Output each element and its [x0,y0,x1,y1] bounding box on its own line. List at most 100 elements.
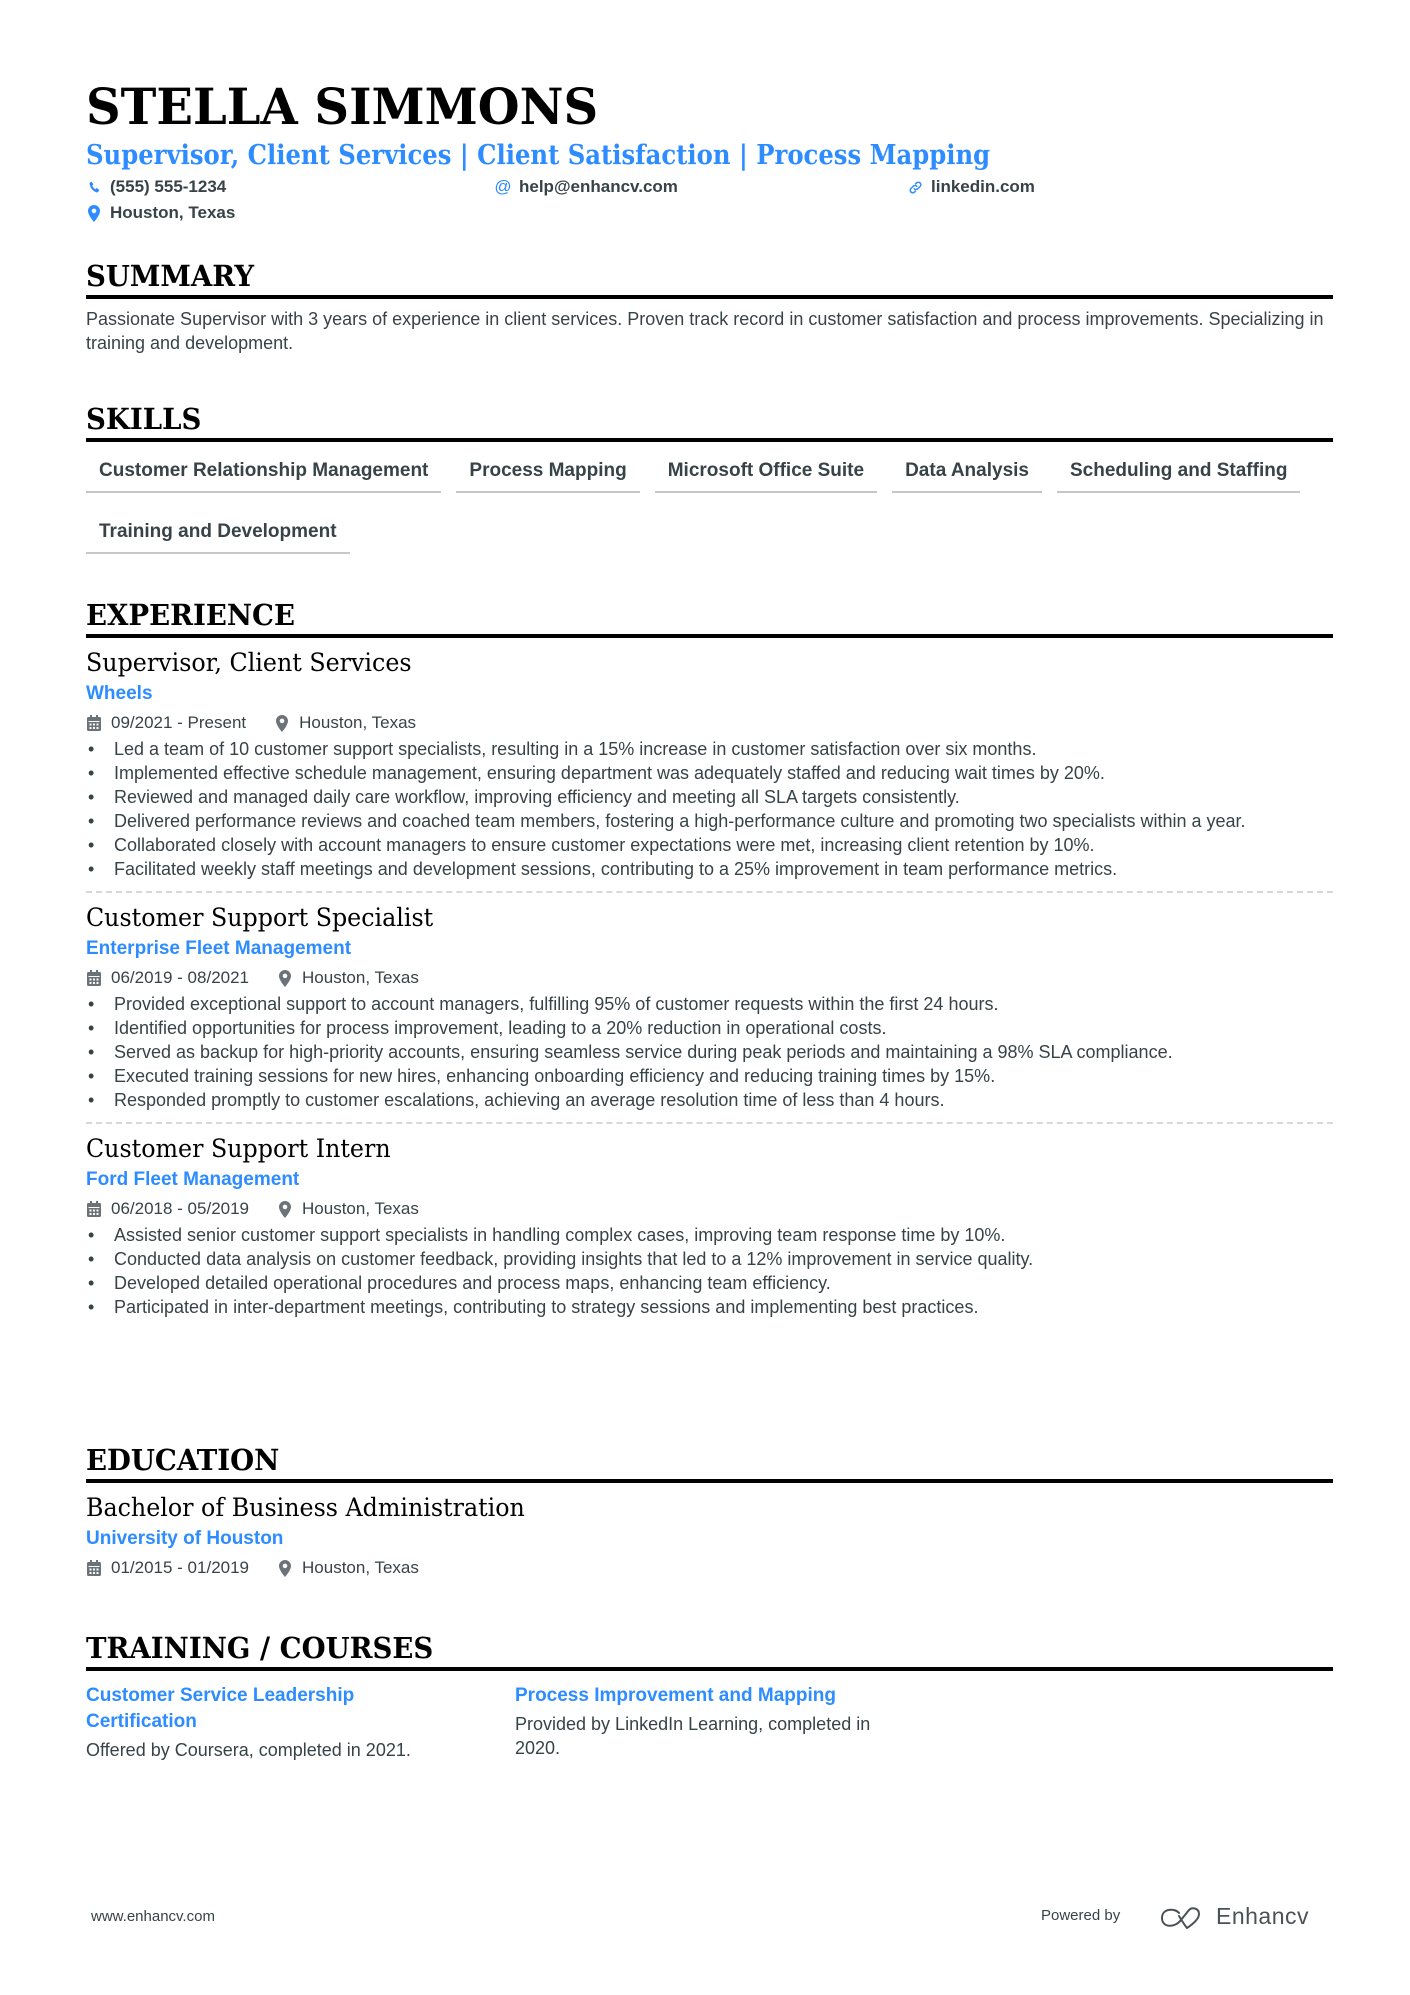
job-company[interactable]: Wheels [86,680,1333,708]
summary-section: SUMMARY Passionate Supervisor with 3 yea… [86,258,1333,355]
education-section: EDUCATION Bachelor of Business Administr… [86,1442,1333,1581]
job-location: Houston, Texas [302,1199,419,1218]
education-location: Houston, Texas [302,1558,419,1577]
calendar-icon [86,1200,102,1218]
section-title: EXPERIENCE [86,598,295,632]
bullet-item: Responded promptly to customer escalatio… [86,1088,1333,1112]
education-dates: 01/2015 - 01/2019 [111,1558,250,1577]
at-icon: @ [494,177,512,196]
job-title: Customer Support Specialist [86,903,434,932]
school-name[interactable]: University of Houston [86,1525,1333,1553]
skills-section: SKILLS Customer Relationship Management … [86,401,1333,576]
powered-by-label: Powered by [1041,1907,1121,1924]
contact-email[interactable]: @ help@enhancv.com [494,174,678,200]
skill-tag: Data Analysis [892,454,1042,493]
email-text: help@enhancv.com [519,177,678,196]
phone-icon [86,178,102,196]
job-bullets: Assisted senior customer support special… [86,1223,1333,1319]
skills-list: Customer Relationship Management Process… [86,454,1333,576]
course-item: Process Improvement and Mapping Provided… [515,1683,944,1762]
calendar-icon [86,969,102,987]
course-item: Customer Service Leadership Certificatio… [86,1683,515,1762]
bullet-item: Reviewed and managed daily care workflow… [86,785,1333,809]
calendar-icon [86,1559,102,1577]
section-title: SUMMARY [86,259,255,293]
experience-section: EXPERIENCE Supervisor, Client Services W… [86,597,1333,1319]
job-bullets: Provided exceptional support to account … [86,992,1333,1112]
course-description: Offered by Coursera, completed in 2021. [86,1740,411,1760]
job-meta: 06/2018 - 05/2019 Houston, Texas [86,1196,1333,1222]
bullet-item: Provided exceptional support to account … [86,992,1333,1016]
section-divider [86,438,1333,442]
job-meta: 09/2021 - Present Houston, Texas [86,710,1333,736]
enhancv-logo-icon [1159,1906,1205,1930]
bullet-item: Conducted data analysis on customer feed… [86,1247,1333,1271]
degree-title: Bachelor of Business Administration [86,1493,525,1522]
section-divider [86,1479,1333,1483]
job-entry: Supervisor, Client Services Wheels 09/20… [86,646,1333,893]
section-title: SKILLS [86,402,202,436]
job-dates: 06/2018 - 05/2019 [111,1199,250,1218]
job-title: Customer Support Intern [86,1134,391,1163]
section-title: TRAINING / COURSES [86,1631,434,1665]
location-pin-icon [277,1559,293,1577]
skill-tag: Process Mapping [456,454,640,493]
bullet-item: Collaborated closely with account manage… [86,833,1333,857]
job-entry: Customer Support Intern Ford Fleet Manag… [86,1132,1333,1319]
bullet-item: Served as backup for high-priority accou… [86,1040,1333,1064]
job-company[interactable]: Enterprise Fleet Management [86,935,1333,963]
contact-linkedin[interactable]: linkedin.com [907,174,1035,200]
contact-phone[interactable]: (555) 555-1234 [86,174,226,200]
skill-tag: Scheduling and Staffing [1057,454,1301,493]
job-title: Supervisor, Client Services [86,648,412,677]
phone-text: (555) 555-1234 [110,177,227,196]
course-title: Customer Service Leadership Certificatio… [86,1685,355,1732]
job-dates: 09/2021 - Present [111,713,247,732]
education-meta: 01/2015 - 01/2019 Houston, Texas [86,1555,1333,1581]
location-pin-icon [274,714,290,732]
location-pin-icon [277,1200,293,1218]
section-divider [86,634,1333,638]
contact-info: (555) 555-1234 @ help@enhancv.com linked… [86,174,1333,228]
location-text: Houston, Texas [110,203,236,222]
courses-list: Customer Service Leadership Certificatio… [86,1683,1333,1762]
job-meta: 06/2019 - 08/2021 Houston, Texas [86,965,1333,991]
skill-tag: Customer Relationship Management [86,454,442,493]
bullet-item: Identified opportunities for process imp… [86,1016,1333,1040]
bullet-item: Implemented effective schedule managemen… [86,761,1333,785]
course-title: Process Improvement and Mapping [515,1685,836,1706]
location-pin-icon [86,204,102,222]
bullet-item: Facilitated weekly staff meetings and de… [86,857,1333,881]
bullet-item: Assisted senior customer support special… [86,1223,1333,1247]
contact-location: Houston, Texas [86,200,235,226]
entry-divider [86,891,1333,893]
job-location: Houston, Texas [302,968,419,987]
link-icon [907,178,923,196]
skill-tag: Microsoft Office Suite [654,454,878,493]
candidate-name: STELLA SIMMONS [86,77,599,136]
training-section: TRAINING / COURSES Customer Service Lead… [86,1630,1333,1762]
entry-divider [86,1122,1333,1124]
summary-text: Passionate Supervisor with 3 years of ex… [86,309,1324,353]
bullet-item: Led a team of 10 customer support specia… [86,737,1333,761]
job-entry: Customer Support Specialist Enterprise F… [86,901,1333,1124]
enhancv-brand[interactable]: Enhancv [1216,1903,1309,1930]
footer-url[interactable]: www.enhancv.com [91,1908,215,1925]
bullet-item: Participated in inter-department meeting… [86,1295,1333,1319]
skill-tag: Training and Development [86,515,350,554]
calendar-icon [86,714,102,732]
page-footer: www.enhancv.com Powered by Enhancv [0,1903,1410,1934]
job-bullets: Led a team of 10 customer support specia… [86,737,1333,881]
candidate-headline: Supervisor, Client Services | Client Sat… [86,140,991,171]
resume-header: STELLA SIMMONS Supervisor, Client Servic… [86,76,1333,228]
section-divider [86,1667,1333,1671]
location-pin-icon [277,969,293,987]
bullet-item: Executed training sessions for new hires… [86,1064,1333,1088]
bullet-item: Delivered performance reviews and coache… [86,809,1333,833]
section-divider [86,295,1333,299]
job-location: Houston, Texas [299,713,417,732]
bullet-item: Developed detailed operational procedure… [86,1271,1333,1295]
linkedin-text: linkedin.com [931,177,1035,196]
section-title: EDUCATION [86,1443,280,1477]
job-company[interactable]: Ford Fleet Management [86,1166,1333,1194]
